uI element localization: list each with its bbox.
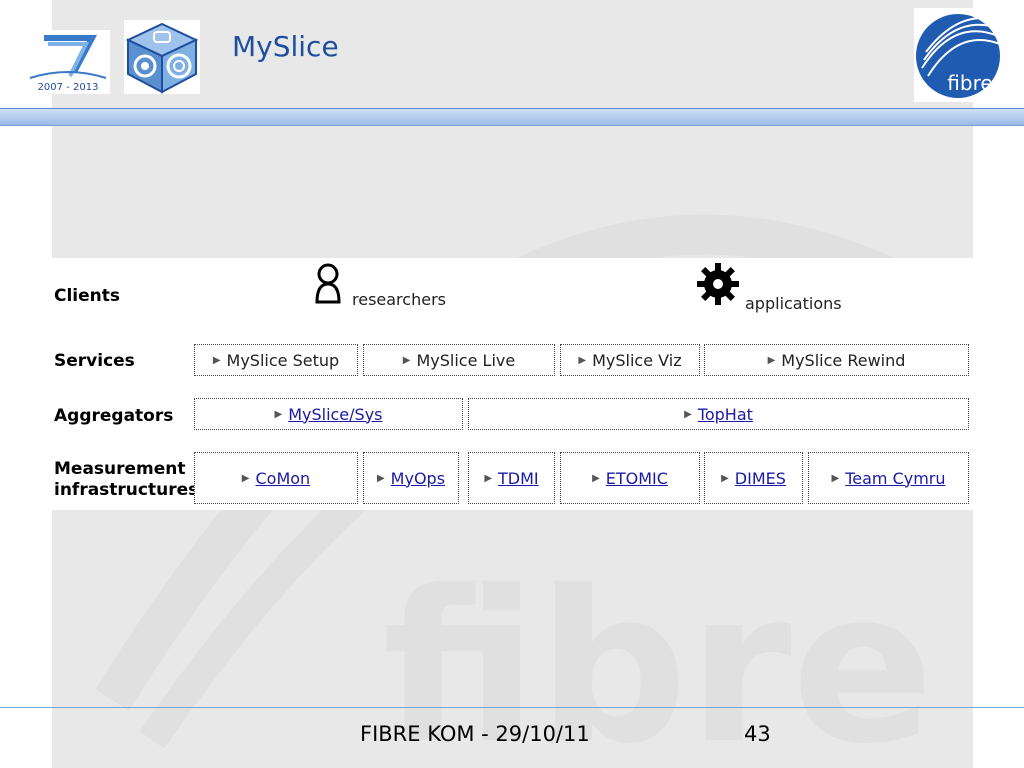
researcher-icon — [315, 263, 341, 304]
fibre-logo-text: fibre — [947, 71, 992, 95]
tdmi-box: ▶ TDMI — [468, 452, 555, 504]
myslice-sys-box: ▶ MySlice/Sys — [194, 398, 463, 430]
measurement-label-line2: infrastructures — [54, 480, 199, 500]
page-number: 43 — [744, 722, 771, 746]
fibre-logo: fibre — [914, 8, 1001, 102]
footer-text: FIBRE KOM - 29/10/11 — [360, 722, 590, 746]
myslice-live-box[interactable]: ▶ MySlice Live — [363, 344, 555, 376]
fp7-years: 2007 - 2013 — [38, 82, 99, 93]
etomic-link[interactable]: ETOMIC — [606, 469, 668, 488]
myops-box: ▶ MyOps — [363, 452, 459, 504]
triangle-right-icon: ▶ — [241, 472, 250, 484]
myops-link[interactable]: MyOps — [391, 469, 445, 488]
triangle-right-icon: ▶ — [484, 472, 493, 484]
triangle-right-icon: ▶ — [721, 472, 729, 484]
dimes-box: ▶ DIMES — [704, 452, 803, 504]
team-cymru-box: ▶ Team Cymru — [808, 452, 969, 504]
comon-box: ▶ CoMon — [194, 452, 358, 504]
tophat-link[interactable]: TopHat — [698, 405, 753, 424]
clients-label: Clients — [54, 286, 121, 306]
triangle-right-icon: ▶ — [212, 354, 221, 366]
triangle-right-icon: ▶ — [767, 354, 776, 366]
researchers-label: researchers — [352, 290, 446, 309]
header-band — [0, 108, 1024, 126]
tophat-box: ▶ TopHat — [468, 398, 969, 430]
myslice-setup-label: MySlice Setup — [226, 350, 340, 370]
myslice-viz-box[interactable]: ▶ MySlice Viz — [560, 344, 700, 376]
myslice-live-label: MySlice Live — [416, 350, 516, 370]
myslice-rewind-label: MySlice Rewind — [781, 350, 906, 370]
etomic-box: ▶ ETOMIC — [560, 452, 700, 504]
aggregators-label: Aggregators — [54, 406, 174, 426]
footer-divider — [0, 707, 1024, 708]
team-cymru-link[interactable]: Team Cymru — [845, 469, 945, 488]
myslice-setup-box[interactable]: ▶ MySlice Setup — [194, 344, 358, 376]
gear-icon — [697, 263, 739, 305]
dimes-link[interactable]: DIMES — [735, 469, 786, 488]
triangle-right-icon: ▶ — [684, 408, 692, 420]
triangle-right-icon: ▶ — [402, 354, 411, 366]
tdmi-link[interactable]: TDMI — [498, 469, 539, 488]
services-label: Services — [54, 351, 135, 371]
slide-title: MySlice — [232, 30, 339, 63]
triangle-right-icon: ▶ — [274, 408, 283, 420]
measurement-label-line1: Measurement — [54, 459, 186, 479]
triangle-right-icon: ▶ — [831, 472, 840, 484]
myslice-viz-label: MySlice Viz — [592, 350, 682, 370]
cube-logo — [124, 20, 200, 94]
myslice-rewind-box[interactable]: ▶ MySlice Rewind — [704, 344, 969, 376]
triangle-right-icon: ▶ — [578, 354, 587, 366]
triangle-right-icon: ▶ — [592, 472, 600, 484]
applications-label: applications — [745, 294, 842, 313]
myslice-sys-link[interactable]: MySlice/Sys — [288, 405, 382, 424]
fp7-logo: 2007 - 2013 — [26, 30, 110, 94]
comon-link[interactable]: CoMon — [256, 469, 311, 488]
triangle-right-icon: ▶ — [376, 472, 385, 484]
